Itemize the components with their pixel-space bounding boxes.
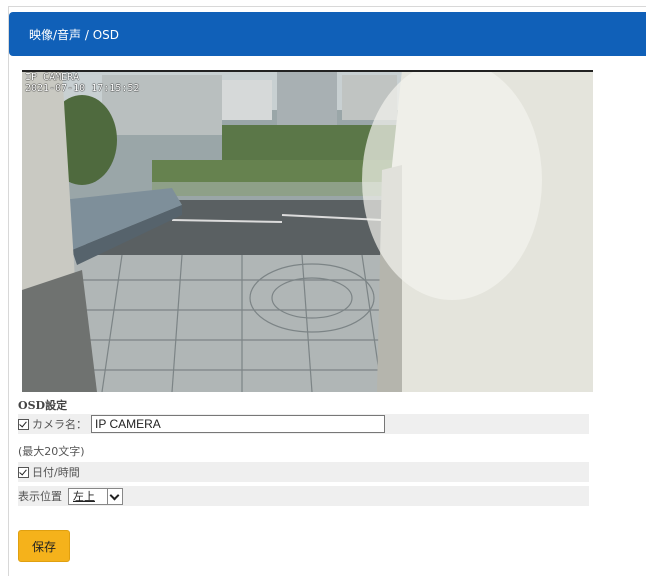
save-button[interactable]: 保存 xyxy=(18,530,70,562)
osd-settings-title: OSD設定 xyxy=(18,399,68,412)
camera-name-label: カメラ名： xyxy=(32,418,87,431)
datetime-label: 日付/時間 xyxy=(32,466,80,479)
position-row: 表示位置 左上 xyxy=(18,486,589,506)
osd-overlay: IP CAMERA 2021-07-10 17:15:52 xyxy=(25,72,139,94)
position-value: 左上 xyxy=(73,490,95,503)
osd-camera-name: IP CAMERA xyxy=(25,72,80,83)
datetime-checkbox[interactable] xyxy=(18,466,29,478)
breadcrumb-bar: 映像/音声 / OSD xyxy=(9,12,646,56)
breadcrumb: 映像/音声 / OSD xyxy=(29,27,120,42)
position-label: 表示位置 xyxy=(18,490,62,503)
camera-name-checkbox[interactable] xyxy=(18,418,29,430)
osd-timestamp: 2021-07-10 17:15:52 xyxy=(25,83,140,94)
max-length-note: (最大20文字) xyxy=(18,445,85,458)
camera-name-row: カメラ名： IP CAMERA xyxy=(18,414,589,434)
camera-name-input[interactable]: IP CAMERA xyxy=(91,415,385,433)
save-label: 保存 xyxy=(31,539,56,554)
camera-preview: IP CAMERA 2021-07-10 17:15:52 xyxy=(22,70,593,392)
max-length-row: (最大20文字) xyxy=(18,441,589,461)
chevron-down-icon xyxy=(107,488,122,504)
datetime-row: 日付/時間 xyxy=(18,462,589,482)
camera-scene xyxy=(22,70,593,392)
position-select[interactable]: 左上 xyxy=(68,487,123,505)
